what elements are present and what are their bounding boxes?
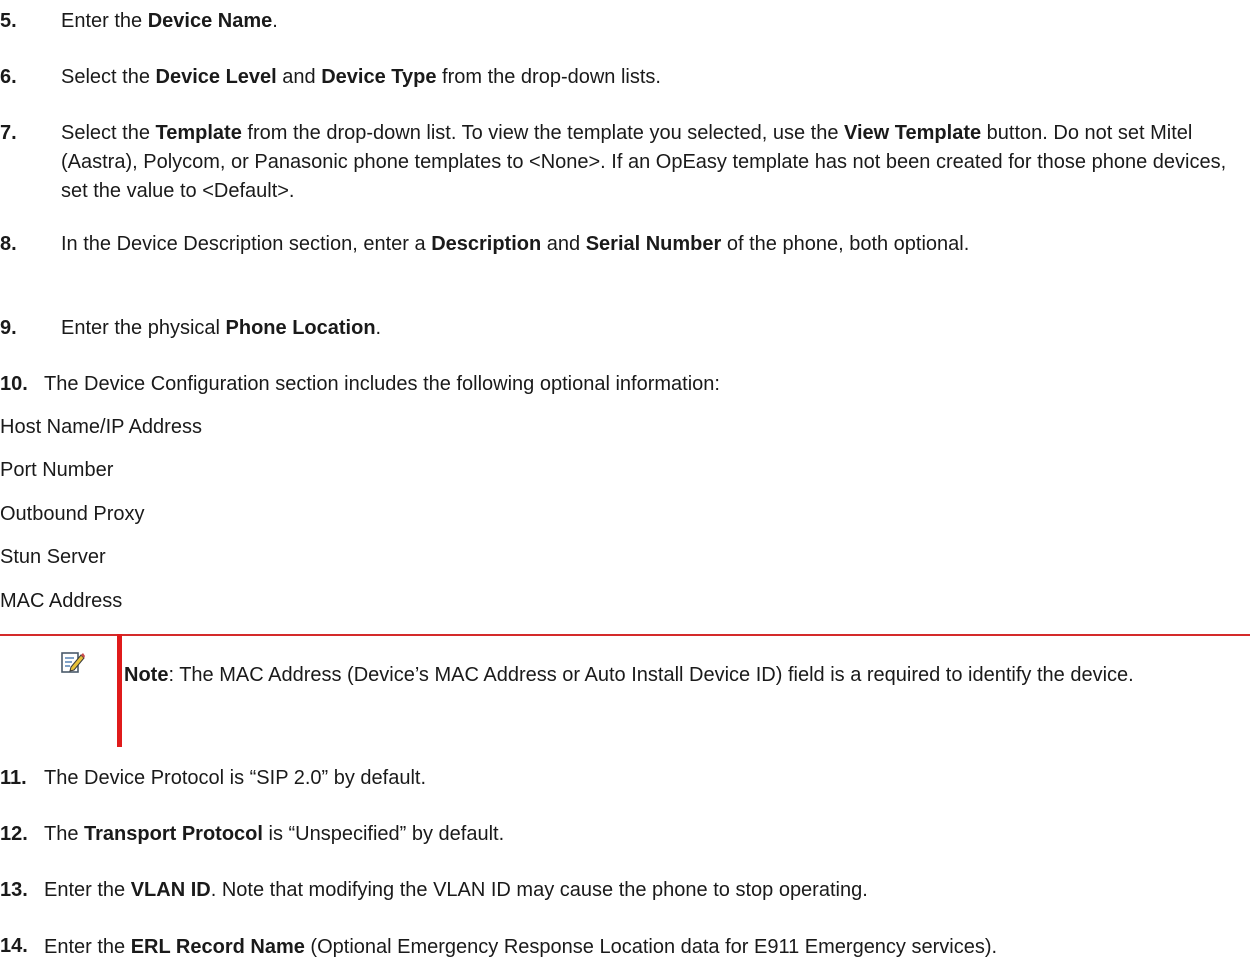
document-page: 5. Enter the Device Name. 6. Select the …	[0, 0, 1254, 979]
config-item-outbound-proxy: Outbound Proxy	[0, 503, 145, 525]
step-text: The Device Protocol is “SIP 2.0” by defa…	[44, 767, 427, 789]
bold-term: Phone Location	[225, 317, 376, 339]
step-number: 11.	[0, 767, 27, 789]
step-text: Enter the ERL Record Name (Optional Emer…	[44, 936, 998, 958]
note-text: Note: The MAC Address (Device’s MAC Addr…	[124, 660, 1224, 690]
note-label: Note	[124, 664, 169, 686]
bold-term: Device Type	[321, 66, 437, 88]
bold-term: VLAN ID	[130, 879, 211, 901]
step-number: 13.	[0, 879, 28, 901]
bold-term: Description	[431, 233, 542, 255]
bold-term: Serial Number	[585, 233, 722, 255]
step-13: 13. Enter the VLAN ID. Note that modifyi…	[0, 876, 1250, 905]
note-body: : The MAC Address (Device’s MAC Address …	[168, 664, 1134, 686]
config-item-port: Port Number	[0, 459, 114, 481]
step-9: 9. Enter the physical Phone Location.	[0, 314, 1250, 343]
note-side-bar	[117, 634, 122, 747]
note-top-rule	[0, 634, 1250, 636]
config-item-stun: Stun Server	[0, 546, 106, 568]
step-text: The Transport Protocol is “Unspecified” …	[44, 823, 505, 845]
step-number: 9.	[0, 317, 17, 339]
step-text: Enter the VLAN ID. Note that modifying t…	[44, 879, 868, 901]
step-number: 7.	[0, 122, 17, 144]
step-number: 8.	[0, 233, 17, 255]
step-12: 12. The Transport Protocol is “Unspecifi…	[0, 820, 1250, 849]
bold-term: View Template	[844, 122, 982, 144]
bold-term: Device Name	[147, 10, 273, 32]
step-text: Select the Template from the drop-down l…	[61, 122, 1227, 202]
step-11: 11. The Device Protocol is “SIP 2.0” by …	[0, 764, 1250, 793]
step-text: Enter the physical Phone Location.	[61, 317, 382, 339]
step-10: 10. The Device Configuration section inc…	[0, 370, 1250, 399]
step-text: Select the Device Level and Device Type …	[61, 66, 661, 88]
bold-term: Template	[155, 122, 242, 144]
bold-term: ERL Record Name	[130, 936, 305, 958]
step-number: 5.	[0, 10, 17, 32]
step-7: 7. Select the Template from the drop-dow…	[0, 119, 1250, 202]
bold-term: Device Level	[155, 66, 277, 88]
bold-term: Transport Protocol	[84, 823, 263, 845]
step-5: 5. Enter the Device Name.	[0, 7, 1250, 36]
step-number: 12.	[0, 823, 28, 845]
step-text: In the Device Description section, enter…	[61, 233, 970, 255]
config-item-mac: MAC Address	[0, 590, 123, 612]
note-pencil-icon	[61, 650, 85, 674]
step-6: 6. Select the Device Level and Device Ty…	[0, 63, 1250, 92]
step-14: 14. Enter the ERL Record Name (Optional …	[0, 932, 1250, 961]
step-text: Enter the Device Name.	[61, 10, 278, 32]
step-8: 8. In the Device Description section, en…	[0, 230, 1250, 259]
step-number: 10.	[0, 373, 28, 395]
config-item-host: Host Name/IP Address	[0, 416, 202, 438]
step-text: The Device Configuration section include…	[44, 373, 720, 395]
step-number: 14.	[0, 935, 28, 957]
step-number: 6.	[0, 66, 17, 88]
